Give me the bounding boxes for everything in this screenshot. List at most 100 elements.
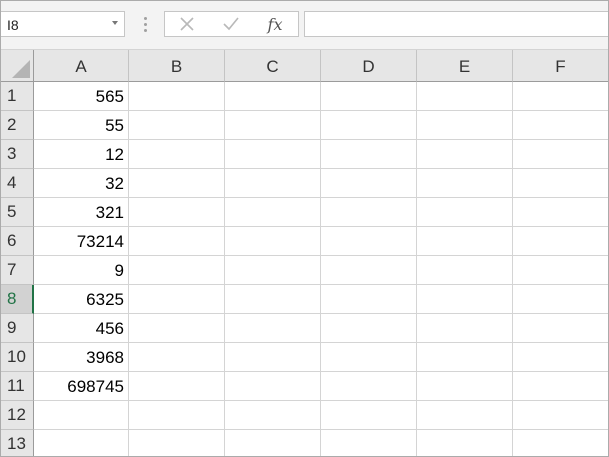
cell-f6[interactable] (513, 227, 608, 256)
cell-a11[interactable]: 698745 (34, 372, 129, 401)
cell-a13[interactable] (34, 430, 129, 456)
cell-d13[interactable] (321, 430, 417, 456)
cell-d9[interactable] (321, 314, 417, 343)
cell-e9[interactable] (417, 314, 513, 343)
row-header-13[interactable]: 13 (1, 430, 34, 456)
cell-a3[interactable]: 12 (34, 140, 129, 169)
chevron-down-icon[interactable] (112, 21, 118, 25)
cell-f10[interactable] (513, 343, 608, 372)
cell-f7[interactable] (513, 256, 608, 285)
column-header-a[interactable]: A (34, 50, 129, 82)
cell-d4[interactable] (321, 169, 417, 198)
cell-c8[interactable] (225, 285, 321, 314)
cell-f8[interactable] (513, 285, 608, 314)
row-header-3[interactable]: 3 (1, 140, 34, 169)
cell-e12[interactable] (417, 401, 513, 430)
cell-d8[interactable] (321, 285, 417, 314)
cell-e13[interactable] (417, 430, 513, 456)
column-header-f[interactable]: F (513, 50, 608, 82)
cell-e7[interactable] (417, 256, 513, 285)
cell-a7[interactable]: 9 (34, 256, 129, 285)
row-header-6[interactable]: 6 (1, 227, 34, 256)
row-header-10[interactable]: 10 (1, 343, 34, 372)
cell-d3[interactable] (321, 140, 417, 169)
cell-e1[interactable] (417, 82, 513, 111)
cancel-button[interactable] (165, 12, 209, 36)
select-all-button[interactable] (1, 50, 34, 82)
cell-b8[interactable] (129, 285, 225, 314)
cell-d2[interactable] (321, 111, 417, 140)
cell-c7[interactable] (225, 256, 321, 285)
row-header-5[interactable]: 5 (1, 198, 34, 227)
cell-a12[interactable] (34, 401, 129, 430)
cell-f4[interactable] (513, 169, 608, 198)
cell-c11[interactable] (225, 372, 321, 401)
cell-b11[interactable] (129, 372, 225, 401)
cell-d11[interactable] (321, 372, 417, 401)
column-header-e[interactable]: E (417, 50, 513, 82)
row-header-1[interactable]: 1 (1, 82, 34, 111)
enter-button[interactable] (209, 12, 253, 36)
cell-e11[interactable] (417, 372, 513, 401)
resize-grip-icon[interactable] (144, 16, 148, 34)
cell-e8[interactable] (417, 285, 513, 314)
cell-a1[interactable]: 565 (34, 82, 129, 111)
cell-a6[interactable]: 73214 (34, 227, 129, 256)
cell-e2[interactable] (417, 111, 513, 140)
cell-e5[interactable] (417, 198, 513, 227)
cell-b5[interactable] (129, 198, 225, 227)
cell-b13[interactable] (129, 430, 225, 456)
row-header-8[interactable]: 8 (1, 285, 34, 314)
cell-c6[interactable] (225, 227, 321, 256)
cell-c10[interactable] (225, 343, 321, 372)
cell-c1[interactable] (225, 82, 321, 111)
cell-c5[interactable] (225, 198, 321, 227)
cell-f2[interactable] (513, 111, 608, 140)
cell-c13[interactable] (225, 430, 321, 456)
cell-b9[interactable] (129, 314, 225, 343)
cell-d10[interactable] (321, 343, 417, 372)
cell-b7[interactable] (129, 256, 225, 285)
cell-c12[interactable] (225, 401, 321, 430)
cell-a9[interactable]: 456 (34, 314, 129, 343)
row-header-7[interactable]: 7 (1, 256, 34, 285)
row-header-12[interactable]: 12 (1, 401, 34, 430)
cell-d7[interactable] (321, 256, 417, 285)
cell-d5[interactable] (321, 198, 417, 227)
cell-f12[interactable] (513, 401, 608, 430)
cell-b12[interactable] (129, 401, 225, 430)
cell-a5[interactable]: 321 (34, 198, 129, 227)
formula-input[interactable] (304, 11, 608, 37)
cell-c3[interactable] (225, 140, 321, 169)
cell-d6[interactable] (321, 227, 417, 256)
cell-f11[interactable] (513, 372, 608, 401)
row-header-11[interactable]: 11 (1, 372, 34, 401)
cell-e6[interactable] (417, 227, 513, 256)
cell-b2[interactable] (129, 111, 225, 140)
cell-b4[interactable] (129, 169, 225, 198)
cell-f3[interactable] (513, 140, 608, 169)
cell-e4[interactable] (417, 169, 513, 198)
column-header-b[interactable]: B (129, 50, 225, 82)
cell-e10[interactable] (417, 343, 513, 372)
column-header-c[interactable]: C (225, 50, 321, 82)
cell-a10[interactable]: 3968 (34, 343, 129, 372)
cell-a4[interactable]: 32 (34, 169, 129, 198)
cell-b6[interactable] (129, 227, 225, 256)
cell-b10[interactable] (129, 343, 225, 372)
cell-c2[interactable] (225, 111, 321, 140)
cell-d1[interactable] (321, 82, 417, 111)
cell-b1[interactable] (129, 82, 225, 111)
cell-c4[interactable] (225, 169, 321, 198)
cell-c9[interactable] (225, 314, 321, 343)
cell-f5[interactable] (513, 198, 608, 227)
insert-function-button[interactable]: fx (253, 12, 297, 36)
cell-a2[interactable]: 55 (34, 111, 129, 140)
cell-d12[interactable] (321, 401, 417, 430)
cell-a8[interactable]: 6325 (34, 285, 129, 314)
column-header-d[interactable]: D (321, 50, 417, 82)
cell-b3[interactable] (129, 140, 225, 169)
name-box[interactable]: I8 (1, 11, 125, 37)
cell-e3[interactable] (417, 140, 513, 169)
cell-f13[interactable] (513, 430, 608, 456)
